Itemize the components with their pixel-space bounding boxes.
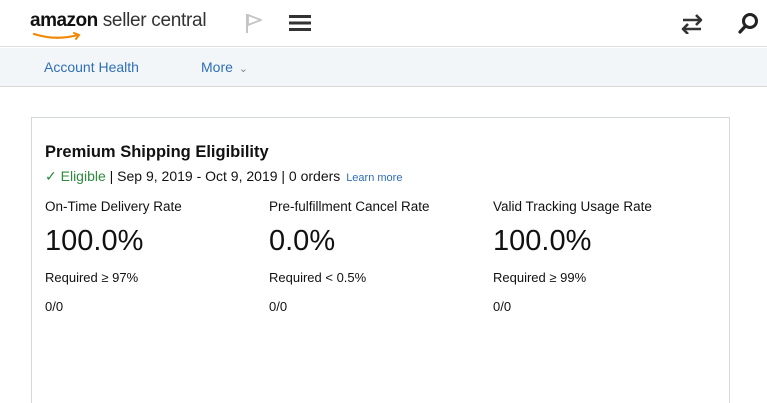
status-details: | Sep 9, 2019 - Oct 9, 2019 | 0 orders	[105, 168, 341, 184]
logo-smile-icon	[32, 32, 81, 40]
metric-requirement: Required ≥ 97%	[45, 270, 139, 285]
metric-value: 100.0%	[45, 225, 144, 257]
swap-icon[interactable]	[680, 14, 704, 34]
metric-pre-fulfillment-cancel: Pre-fulfillment Cancel Rate 0.0% Require…	[269, 199, 489, 314]
nav-more-menu[interactable]: More ⌄	[201, 59, 248, 75]
metric-count: 0/0	[493, 299, 512, 314]
metric-requirement: Required ≥ 99%	[493, 270, 587, 285]
top-bar: amazon seller central	[0, 0, 767, 47]
metric-count: 0/0	[269, 299, 288, 314]
metric-count: 0/0	[45, 299, 64, 314]
check-icon: ✓	[45, 168, 57, 184]
nav-more-label: More	[201, 59, 233, 75]
metric-requirement: Required < 0.5%	[269, 270, 367, 285]
metric-value: 0.0%	[269, 225, 336, 257]
eligibility-status: Eligible	[60, 168, 106, 184]
chevron-down-icon: ⌄	[238, 63, 249, 75]
metric-valid-tracking: Valid Tracking Usage Rate 100.0% Require…	[493, 199, 713, 314]
card-title: Premium Shipping Eligibility	[45, 143, 269, 161]
metric-on-time-delivery: On-Time Delivery Rate 100.0% Required ≥ …	[45, 199, 265, 314]
logo-suffix: seller central	[97, 10, 207, 31]
eligibility-status-line: ✓ Eligible | Sep 9, 2019 - Oct 9, 2019 |…	[45, 168, 402, 185]
metric-label: Pre-fulfillment Cancel Rate	[269, 199, 430, 214]
secondary-nav: Account Health More ⌄	[0, 48, 767, 87]
logo-brand: amazon	[30, 10, 98, 31]
metric-value: 100.0%	[493, 225, 592, 257]
nav-account-health[interactable]: Account Health	[44, 59, 139, 75]
menu-icon[interactable]	[289, 14, 311, 32]
search-icon[interactable]	[738, 12, 760, 34]
premium-shipping-card: Premium Shipping Eligibility ✓ Eligible …	[31, 117, 730, 403]
flag-icon[interactable]	[243, 12, 265, 34]
metric-label: On-Time Delivery Rate	[45, 199, 182, 214]
metric-label: Valid Tracking Usage Rate	[493, 199, 652, 214]
seller-central-logo[interactable]: amazon seller central	[30, 10, 207, 40]
learn-more-link[interactable]: Learn more	[346, 172, 402, 184]
